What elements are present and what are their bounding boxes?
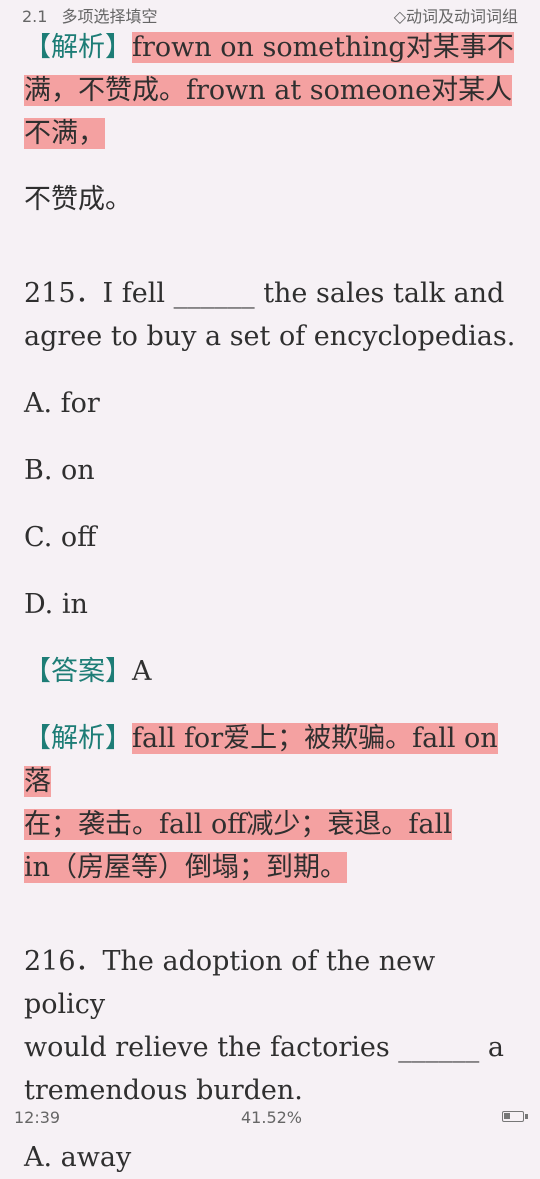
q215-option-c: C. off [24,522,97,553]
battery-icon [502,1111,528,1122]
q215-answer: 【答案】A [24,650,516,693]
reader-status-bar: 12:39 41.52% [0,1100,540,1132]
section-heading: 2.1 多项选择填空 [22,3,157,27]
analysis-tag: 【解析】 [24,32,132,63]
section-title: 多项选择填空 [61,7,158,26]
q216-stem-line: 216．The adoption of the new policy [24,946,436,1020]
chapter-title: ◇动词及动词词组 [393,7,518,26]
reading-progress: 41.52% [241,1108,303,1127]
answer-tag: 【答案】 [24,656,132,687]
q216-stem: 216．The adoption of the new policy would… [24,940,516,1112]
answer-value: A [132,656,152,687]
analysis-text: 在；袭击。fall off减少；衰退。fall [24,809,452,840]
q215-stem: 215．I fell ______ the sales talk and agr… [24,272,516,358]
analysis-text: 满，不赞成。frown at someone对某人 [24,75,513,106]
reader-content[interactable]: 【解析】frown on something对某事不 满，不赞成。frown a… [24,26,516,1179]
analysis-tag: 【解析】 [24,723,132,754]
clock: 12:39 [14,1108,61,1127]
q215-stem-line: 215．I fell ______ the sales talk and [24,278,505,309]
q215-option-a: A. for [24,388,100,419]
q214-analysis-continued: 不赞成。 [24,184,132,215]
q215-option-b: B. on [24,455,95,486]
section-number: 2.1 [22,7,48,26]
q216-stem-line: would relieve the factories ______ a [24,1032,504,1063]
analysis-text: in（房屋等）倒塌；到期。 [24,852,348,883]
analysis-text: frown on something对某事不 [132,32,514,63]
analysis-text: 不满， [24,118,105,149]
q215-stem-line: agree to buy a set of encyclopedias. [24,321,516,352]
q215-option-d: D. in [24,589,88,620]
reader-header: 2.1 多项选择填空 ◇动词及动词词组 [0,0,540,26]
q216-option-a: A. away [24,1142,132,1173]
q215-analysis: 【解析】fall for爱上；被欺骗。fall on落 在；袭击。fall of… [24,717,516,889]
q214-analysis: 【解析】frown on something对某事不 满，不赞成。frown a… [24,26,516,155]
